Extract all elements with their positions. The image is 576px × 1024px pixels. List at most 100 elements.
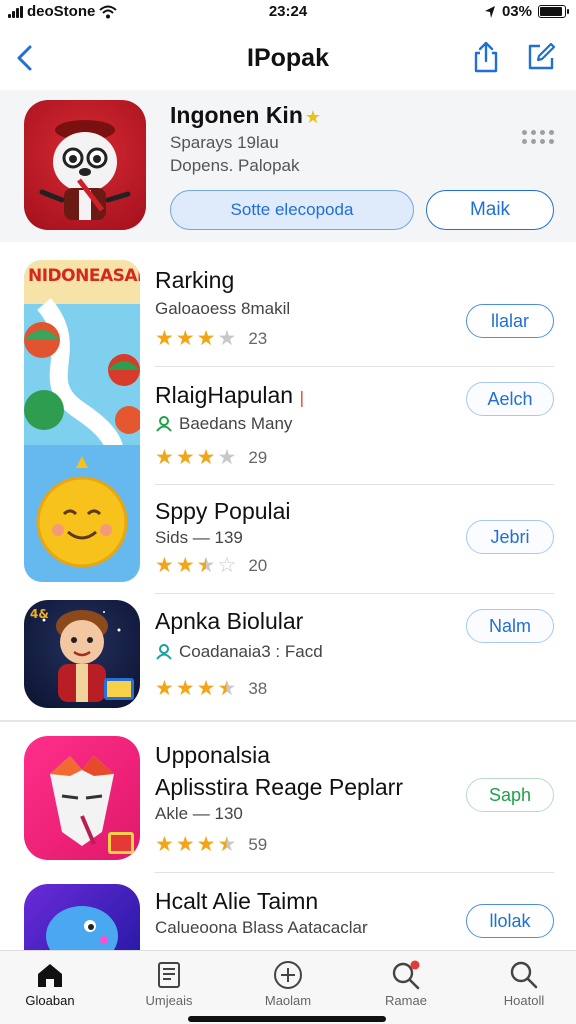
star-icon: ★ — [155, 677, 174, 700]
app-title: Rarking — [155, 267, 235, 293]
star-icon: ★ — [196, 833, 216, 856]
get-button[interactable]: Aelch — [466, 382, 554, 416]
app-rating: ★ ★ ★ ★ 38 — [155, 678, 267, 699]
get-button[interactable]: Nalm — [466, 609, 554, 643]
divider — [155, 872, 554, 873]
app-title-text: RlaigHapulan — [155, 382, 294, 408]
app-rating: ★ ★ ★ ☆ 20 — [155, 555, 267, 576]
tab-label: Hoatoll — [503, 993, 545, 1008]
share-icon[interactable] — [472, 40, 500, 74]
compose-icon[interactable] — [526, 42, 556, 72]
app-subtitle: Calueoona Blass Aatacaclar — [155, 918, 368, 938]
divider — [155, 484, 554, 485]
location-arrow-icon — [484, 5, 495, 18]
people-icon — [156, 416, 172, 432]
search-icon — [510, 961, 538, 989]
rating-count: 38 — [248, 678, 268, 698]
star-icon: ☆ — [217, 554, 237, 577]
featured-app-card[interactable]: Ingonen Kin ★ Sparays 19lau Dopens. Palop… — [0, 90, 576, 242]
get-button[interactable]: llalar — [466, 304, 554, 338]
star-icon: ★ — [196, 554, 216, 577]
rating-count: 29 — [248, 447, 268, 467]
search-badge-icon — [392, 960, 420, 990]
featured-primary-button[interactable]: Sotte elecopoda — [170, 190, 414, 230]
star-icon: ★ — [175, 833, 195, 856]
star-icon: ★ — [217, 677, 237, 700]
app-title: Upponalsia — [155, 742, 271, 768]
app-rating: ★ ★ ★ ★ 59 — [155, 834, 267, 855]
app-subtitle: Sids — 139 — [155, 528, 243, 548]
rating-count: 23 — [248, 328, 268, 348]
divider — [155, 593, 554, 594]
featured-title: Ingonen Kin ★ — [170, 102, 321, 129]
app-subtitle-text: Calueoona Blass Aatacaclar — [155, 918, 368, 937]
tab-label: Gloaban — [25, 993, 75, 1008]
get-button[interactable]: Saph — [466, 778, 554, 812]
add-circle-icon — [274, 961, 302, 989]
app-subtitle-text: Baedans Many — [179, 414, 293, 433]
app-subtitle: Akle — 130 — [155, 804, 243, 824]
star-icon: ★ — [175, 554, 195, 577]
status-bar: deoStone 23:24 03% — [0, 0, 576, 26]
app-subtitle-text: Sids — 139 — [155, 528, 243, 547]
star-icon: ★ — [217, 833, 237, 856]
app-title: Sppy Populai — [155, 498, 291, 524]
star-icon: ★ — [155, 446, 174, 469]
get-button[interactable]: llolak — [466, 904, 554, 938]
star-icon: ★ — [155, 327, 174, 350]
app-title-line2: Aplisstira Reage Peplarr — [155, 774, 404, 800]
list-item[interactable]: Rarking Galoaoess 8makil ★ ★ ★ ★ 23 llalar — [0, 262, 576, 366]
app-subtitle-text: Galoaoess 8makil — [155, 299, 291, 318]
list-item[interactable]: Apnka Biolular Coadanaia3 : Facd ★ ★ ★ ★ 38… — [0, 604, 576, 714]
app-subtitle: Baedans Many — [155, 414, 292, 434]
featured-developer: Dopens. Palopak — [170, 156, 300, 175]
pin-icon: ❘ — [295, 390, 309, 407]
tab-search[interactable]: Hoatoll — [474, 957, 574, 1008]
app-rating: ★ ★ ★ ★ 23 — [155, 328, 267, 349]
battery-icon — [538, 5, 569, 18]
status-right: 03% — [484, 3, 569, 20]
star-icon: ★ — [217, 327, 237, 350]
star-icon: ★ — [175, 446, 195, 469]
star-icon: ★ — [196, 327, 216, 350]
get-button[interactable]: Jebri — [466, 520, 554, 554]
list-item[interactable]: RlaigHapulan ❘ Baedans Many ★ ★ ★ ★ 29 Aelch — [0, 380, 576, 484]
star-icon: ★ — [304, 107, 322, 127]
document-icon — [158, 962, 180, 988]
rating-count: 59 — [248, 834, 268, 854]
battery-percent: 03% — [501, 3, 532, 20]
app-subtitle: Galoaoess 8makil — [155, 299, 290, 319]
star-icon: ★ — [155, 833, 174, 856]
tab-home[interactable]: Gloaban — [0, 957, 100, 1008]
star-icon: ★ — [155, 554, 174, 577]
list-item[interactable]: Upponalsia Aplisstira Reage Peplarr Akle… — [0, 740, 576, 864]
more-options-icon[interactable] — [522, 130, 554, 144]
section-divider — [0, 720, 576, 722]
featured-secondary-button[interactable]: Maik — [426, 190, 554, 230]
app-title: RlaigHapulan ❘ — [155, 382, 309, 409]
home-indicator — [188, 1016, 386, 1022]
featured-title-text: Ingonen Kin — [170, 102, 303, 128]
tab-label: Maolam — [264, 993, 312, 1008]
app-rating: ★ ★ ★ ★ 29 — [155, 447, 267, 468]
tab-label: Ramae — [385, 993, 427, 1008]
star-icon: ★ — [196, 677, 216, 700]
list-item[interactable]: Sppy Populai Sids — 139 ★ ★ ★ ☆ 20 Jebri — [0, 496, 576, 592]
people-icon — [156, 644, 172, 660]
divider — [155, 366, 554, 367]
tab-bar: Gloaban Umjeais Maolam Ramae Hoatoll — [0, 950, 576, 1024]
featured-app-icon[interactable] — [24, 100, 146, 230]
app-title: Hcalt Alie Taimn — [155, 888, 319, 914]
rating-count: 20 — [248, 555, 268, 575]
tab-search-badge[interactable]: Ramae — [356, 957, 456, 1008]
home-icon — [38, 964, 62, 987]
navigation-bar: IPopak — [0, 30, 576, 86]
star-icon: ★ — [196, 446, 216, 469]
app-subtitle-text: Coadanaia3 : Facd — [179, 642, 323, 661]
list-item[interactable]: Hcalt Alie Taimn Calueoona Blass Aatacac… — [0, 886, 576, 950]
tab-updates[interactable]: Umjeais — [119, 957, 219, 1008]
tab-add[interactable]: Maolam — [238, 957, 338, 1008]
star-icon: ★ — [217, 446, 237, 469]
app-title: Apnka Biolular — [155, 608, 304, 634]
star-icon: ★ — [175, 327, 195, 350]
